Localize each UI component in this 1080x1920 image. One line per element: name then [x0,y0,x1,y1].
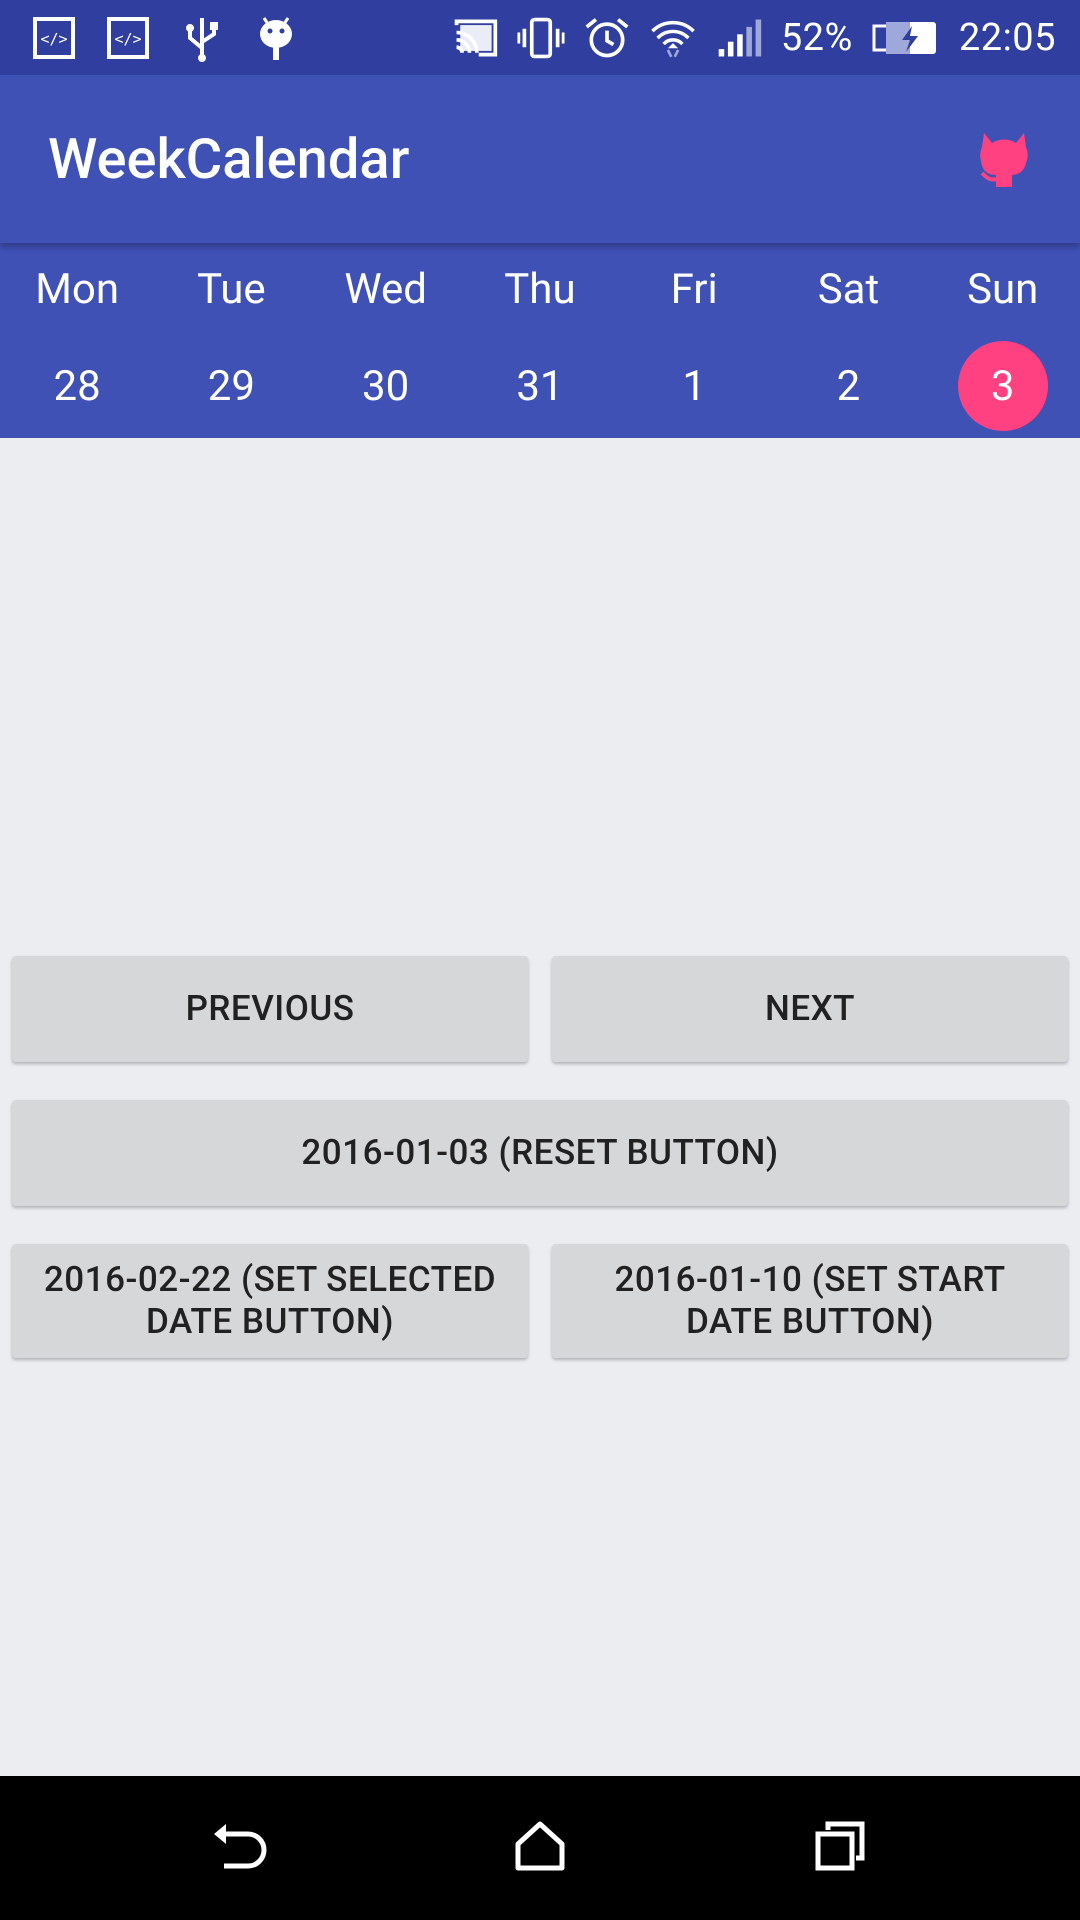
date-cell[interactable]: 31 [463,341,617,431]
alarm-icon [583,14,631,62]
date-label: 29 [207,361,255,411]
back-icon [210,1820,270,1876]
github-icon [976,129,1032,193]
code-icon: </> [104,14,152,62]
recents-icon [814,1820,866,1876]
usb-icon [178,14,226,62]
day-name-thu: Thu [504,264,576,314]
day-name-sun: Sun [967,264,1039,314]
day-name-mon: Mon [35,264,120,314]
set-start-date-button[interactable]: 2016-01-10 (SET START DATE BUTTON) [552,1244,1068,1358]
app-bar: WeekCalendar [0,75,1080,243]
svg-text:</>: </> [114,30,141,48]
vibrate-icon [517,14,565,62]
navigation-bar [0,1776,1080,1920]
battery-percent: 52% [780,15,853,60]
app-title: WeekCalendar [48,126,410,192]
back-button[interactable] [204,1812,276,1884]
date-label: 30 [362,361,410,411]
week-calendar: Mon Tue Wed Thu Fri Sat Sun 28 29 30 31 … [0,243,1080,438]
date-cell[interactable]: 1 [617,341,771,431]
date-cell-selected[interactable]: 3 [926,341,1080,431]
home-icon [514,1820,566,1876]
date-cell[interactable]: 30 [309,341,463,431]
set-selected-date-button[interactable]: 2016-02-22 (SET SELECTED DATE BUTTON) [12,1244,528,1358]
home-button[interactable] [504,1812,576,1884]
date-label: 31 [516,361,564,411]
date-cell[interactable]: 28 [0,341,154,431]
github-button[interactable] [968,125,1040,197]
date-label: 28 [53,361,101,411]
date-label: 2 [836,361,861,411]
svg-text:</>: </> [40,30,67,48]
previous-button[interactable]: PREVIOUS [12,956,528,1062]
day-name-sat: Sat [817,264,880,314]
android-debug-icon [252,14,300,62]
selected-date-label: 3 [957,341,1048,431]
signal-icon [715,14,763,62]
reset-button[interactable]: 2016-01-03 (RESET BUTTON) [12,1100,1068,1206]
wifi-icon [649,14,697,62]
cast-icon [451,14,499,62]
battery-charging-icon [871,14,941,62]
recents-button[interactable] [804,1812,876,1884]
day-names-row: Mon Tue Wed Thu Fri Sat Sun [0,259,1080,319]
status-bar: </> </> 52% 22:05 [0,0,1080,75]
date-label: 1 [682,361,706,411]
day-name-tue: Tue [197,264,266,314]
day-name-wed: Wed [344,264,427,314]
date-cell[interactable]: 29 [154,341,308,431]
dates-row: 28 29 30 31 1 2 3 [0,341,1080,431]
clock: 22:05 [958,15,1056,60]
date-cell[interactable]: 2 [771,341,925,431]
code-icon: </> [30,14,78,62]
day-name-fri: Fri [670,264,718,314]
next-button[interactable]: NEXT [552,956,1068,1062]
